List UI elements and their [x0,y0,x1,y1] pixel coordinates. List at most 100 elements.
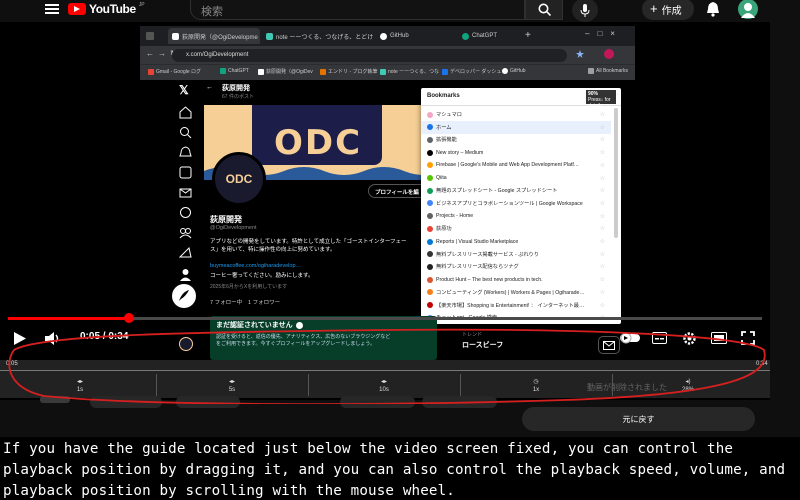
explore-icon[interactable] [179,126,192,139]
create-button[interactable]: + 作成 [642,0,694,20]
address-bar[interactable]: x.com/OgiDevelopment [172,49,567,62]
window-controls[interactable]: –□× [585,29,623,38]
star-icon[interactable]: ☆ [600,149,605,156]
star-icon[interactable]: ☆ [600,302,605,309]
search-button[interactable] [525,0,563,20]
youtube-wordmark: YouTube [89,2,136,16]
endori-favicon [320,68,326,75]
progress-scrubber[interactable] [124,313,134,323]
circle-icon[interactable] [179,206,192,219]
bookmark-label: Gmail - Google ログ [156,69,202,75]
bookmark-item-label: ビジネスアプリとコラボレーションツール | Google Workspace [436,200,583,207]
back-arrow-icon[interactable]: ← [206,84,213,91]
bookmark-item[interactable]: Product Hunt – The best new products in … [421,273,611,286]
tab-x-profile[interactable]: 荻原開発（@OgiDevelopme× [168,28,260,44]
caption-text: If you have the guide located just below… [0,437,800,500]
bookmark-endori[interactable]: エンドリ - ブログ執筆 [320,68,377,75]
bookmark-note[interactable]: note ーーつくる、つな [380,68,439,75]
profile-icon[interactable] [179,268,192,281]
highlight-ellipse [8,328,766,404]
star-icon[interactable]: ☆ [600,213,605,220]
bookmark-github[interactable]: GitHub [502,68,526,74]
post-count: 67 件のポスト [222,94,254,100]
star-icon[interactable]: ☆ [600,251,605,258]
star-icon[interactable]: ☆ [600,111,605,118]
profile-icon[interactable] [604,49,614,59]
scrollbar[interactable] [614,108,618,238]
communities-icon[interactable] [179,226,192,239]
star-icon[interactable]: ☆ [600,200,605,207]
bookmarks-popup: Bookmarks 90% Press↓ for details マシュマロ ☆ ホー… [421,88,621,324]
favicon-icon [427,276,433,283]
x-logo-icon[interactable]: 𝕏 [179,84,192,97]
bookmark-item[interactable]: 無料プレスリリース配信ならツナグ ☆ [421,260,611,273]
star-icon[interactable]: ☆ [600,238,605,245]
tab-search-icon[interactable] [146,32,154,40]
youtube-logo[interactable]: YouTube JP [68,2,145,16]
bookmark-item[interactable]: Qiita ☆ [421,172,611,185]
bell-icon[interactable] [706,1,720,17]
tab-github[interactable]: GitHub [376,28,436,44]
all-bookmarks[interactable]: All Bookmarks [588,68,628,74]
bookmark-x[interactable]: 荻原開発（@OgiDev [258,68,313,75]
favicon-icon [427,162,433,169]
profile-link[interactable]: buymeacoffee.com/ogiharadevelop… [210,263,301,269]
star-icon[interactable]: ☆ [600,225,605,232]
profile-handle: @OgiDevelopment [210,225,257,231]
bookmark-item[interactable]: 拡張機能 ☆ [421,133,611,146]
premium-icon[interactable] [179,246,192,259]
bookmark-item[interactable]: マシュマロ ☆ [421,108,611,121]
bookmark-gmail[interactable]: Gmail - Google ログ [148,68,201,75]
star-icon[interactable]: ☆ [600,289,605,296]
star-icon[interactable]: ☆ [600,263,605,270]
following-count[interactable]: 7 フォロー中 [210,298,242,306]
chatgpt-favicon [462,32,469,40]
post-button[interactable] [172,284,196,308]
bookmark-chatgpt[interactable]: ChatGPT [220,68,249,74]
bookmark-item[interactable]: New story – Medium ☆ [421,146,611,159]
bookmark-star-icon[interactable] [576,50,584,58]
favicon-icon [427,302,433,308]
star-icon[interactable]: ☆ [600,162,605,169]
user-avatar[interactable] [738,0,758,19]
bookmark-item[interactable]: Reports | Visual Studio Marketplace ☆ [421,235,611,248]
favicon-icon [427,251,433,258]
bookmark-label: GitHub [510,68,526,74]
bookmark-item[interactable]: Projects - Home ☆ [421,210,611,223]
bookmark-item[interactable]: ホーム ☆ [421,120,611,134]
tab-chatgpt[interactable]: ChatGPT [458,28,518,44]
bookmark-item[interactable]: 荻原功 ☆ [421,222,611,235]
star-icon[interactable]: ☆ [600,276,605,283]
dashboard-favicon [442,68,448,75]
bookmark-item[interactable]: 無料プレスリリース掲載サービス - ぷれりり ☆ [421,248,611,261]
grok-icon[interactable] [179,166,192,179]
progress-played [8,317,129,320]
github-favicon [380,32,387,40]
bookmark-item[interactable]: Firebase | Google's Mobile and Web App D… [421,159,611,172]
followers-count[interactable]: 1 フォロワー [248,298,280,306]
star-icon[interactable]: ☆ [600,136,605,143]
profile-avatar[interactable]: ODC [212,152,266,206]
new-tab-icon[interactable]: + [525,30,531,41]
star-icon[interactable]: ☆ [600,175,605,182]
bookmark-item[interactable]: 【楽天市場】Shopping is Entertainment! ： インターネ… [421,299,611,312]
search-input[interactable]: 検索 [190,0,525,20]
star-icon[interactable]: ☆ [600,124,605,131]
tab-note[interactable]: note ーーつくる、つなげる、とどけ [262,28,374,44]
menu-icon[interactable] [45,3,59,15]
bookmark-item[interactable]: コンピューティング (Workers) | Workers & Pages | … [421,286,611,299]
undo-button[interactable]: 元に戻す [522,407,755,431]
bookmark-item[interactable]: 無題のスプレッドシート - Google スプレッドシート ☆ [421,184,611,197]
notifications-icon[interactable] [179,146,192,159]
bookmark-dev-dashboard[interactable]: デベロッパー ダッシュボ [442,68,506,75]
bookmark-item[interactable]: ビジネスアプリとコラボレーションツール | Google Workspace ☆ [421,197,611,210]
star-icon[interactable]: ☆ [600,187,605,194]
home-icon[interactable] [179,106,192,119]
bookmark-item-label: 【楽天市場】Shopping is Entertainment! ： インターネ… [436,302,585,309]
messages-icon[interactable] [179,186,192,199]
profile-bio: アプリなどの開発をしています。特許として成立した「ゴーストインターフェー ス」を… [210,239,407,253]
x-favicon [172,32,179,40]
x-favicon [258,68,264,75]
side-column [770,22,800,440]
bookmark-item-label: Reports | Visual Studio Marketplace [436,238,519,245]
